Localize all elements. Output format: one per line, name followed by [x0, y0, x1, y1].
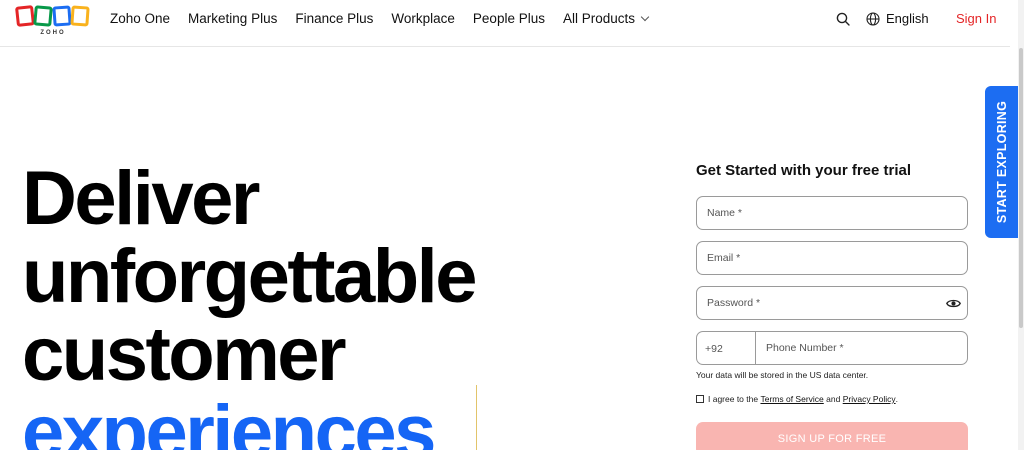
signup-form: Get Started with your free trial +92 You… [696, 162, 968, 450]
all-products-label: All Products [562, 11, 636, 26]
hero-headline: Deliver unforgettable customer experienc… [22, 156, 478, 450]
start-exploring-tab[interactable]: START EXPLORING [985, 86, 1018, 238]
hero-line-1: Deliver [22, 156, 261, 241]
password-input[interactable] [697, 287, 967, 319]
text-cursor-caret [476, 385, 477, 450]
nav-item-marketing-plus[interactable]: Marketing Plus [188, 10, 277, 28]
phone-input[interactable] [756, 332, 967, 364]
nav-item-zoho-one[interactable]: Zoho One [110, 10, 170, 28]
terms-checkbox[interactable] [696, 395, 704, 403]
email-input[interactable] [697, 242, 967, 274]
language-label: English [886, 11, 929, 26]
hero-line-4-highlight: experiences [22, 390, 436, 450]
password-field-wrapper [696, 286, 968, 320]
logo-wordmark: ZOHO [40, 30, 66, 36]
language-selector[interactable]: English [866, 11, 929, 26]
email-field-wrapper [696, 241, 968, 275]
form-title: Get Started with your free trial [696, 162, 912, 179]
scrollbar-thumb[interactable] [1019, 48, 1023, 328]
agree-prefix: I agree to the [708, 394, 759, 404]
nav-item-people-plus[interactable]: People Plus [473, 10, 545, 28]
nav-item-workplace[interactable]: Workplace [391, 10, 455, 28]
primary-nav: Zoho One Marketing Plus Finance Plus Wor… [110, 10, 666, 28]
page-scrollbar[interactable] [1018, 0, 1024, 450]
search-icon[interactable] [836, 12, 850, 26]
sign-in-link[interactable]: Sign In [956, 11, 996, 26]
logo-red-square [15, 5, 35, 27]
country-code-selector[interactable]: +92 [697, 332, 756, 364]
agree-period: . [895, 394, 898, 404]
logo-blue-square [52, 5, 72, 27]
terms-of-service-link[interactable]: Terms of Service [760, 394, 823, 404]
terms-agreement: I agree to the Terms of Service and Priv… [696, 394, 968, 404]
logo-yellow-square [70, 5, 90, 27]
logo-green-square [33, 5, 53, 27]
start-exploring-label: START EXPLORING [994, 100, 1009, 224]
agree-and: and [826, 394, 841, 404]
chevron-down-icon [640, 12, 650, 22]
top-navigation-bar: ZOHO Zoho One Marketing Plus Finance Plu… [0, 0, 1010, 47]
hero-line-2: unforgettable [22, 234, 478, 319]
privacy-policy-link[interactable]: Privacy Policy [843, 394, 896, 404]
name-input[interactable] [697, 197, 967, 229]
nav-item-finance-plus[interactable]: Finance Plus [295, 10, 373, 28]
sign-up-for-free-button[interactable]: SIGN UP FOR FREE [696, 422, 968, 450]
globe-icon [866, 11, 880, 26]
name-field-wrapper [696, 196, 968, 230]
nav-item-all-products[interactable]: All Products [562, 10, 650, 28]
zoho-logo[interactable]: ZOHO [14, 5, 92, 38]
data-center-note: Your data will be stored in the US data … [696, 370, 869, 380]
phone-field-wrapper: +92 [696, 331, 968, 365]
hero-line-3: customer [22, 312, 347, 397]
show-password-eye-icon[interactable] [946, 298, 961, 309]
